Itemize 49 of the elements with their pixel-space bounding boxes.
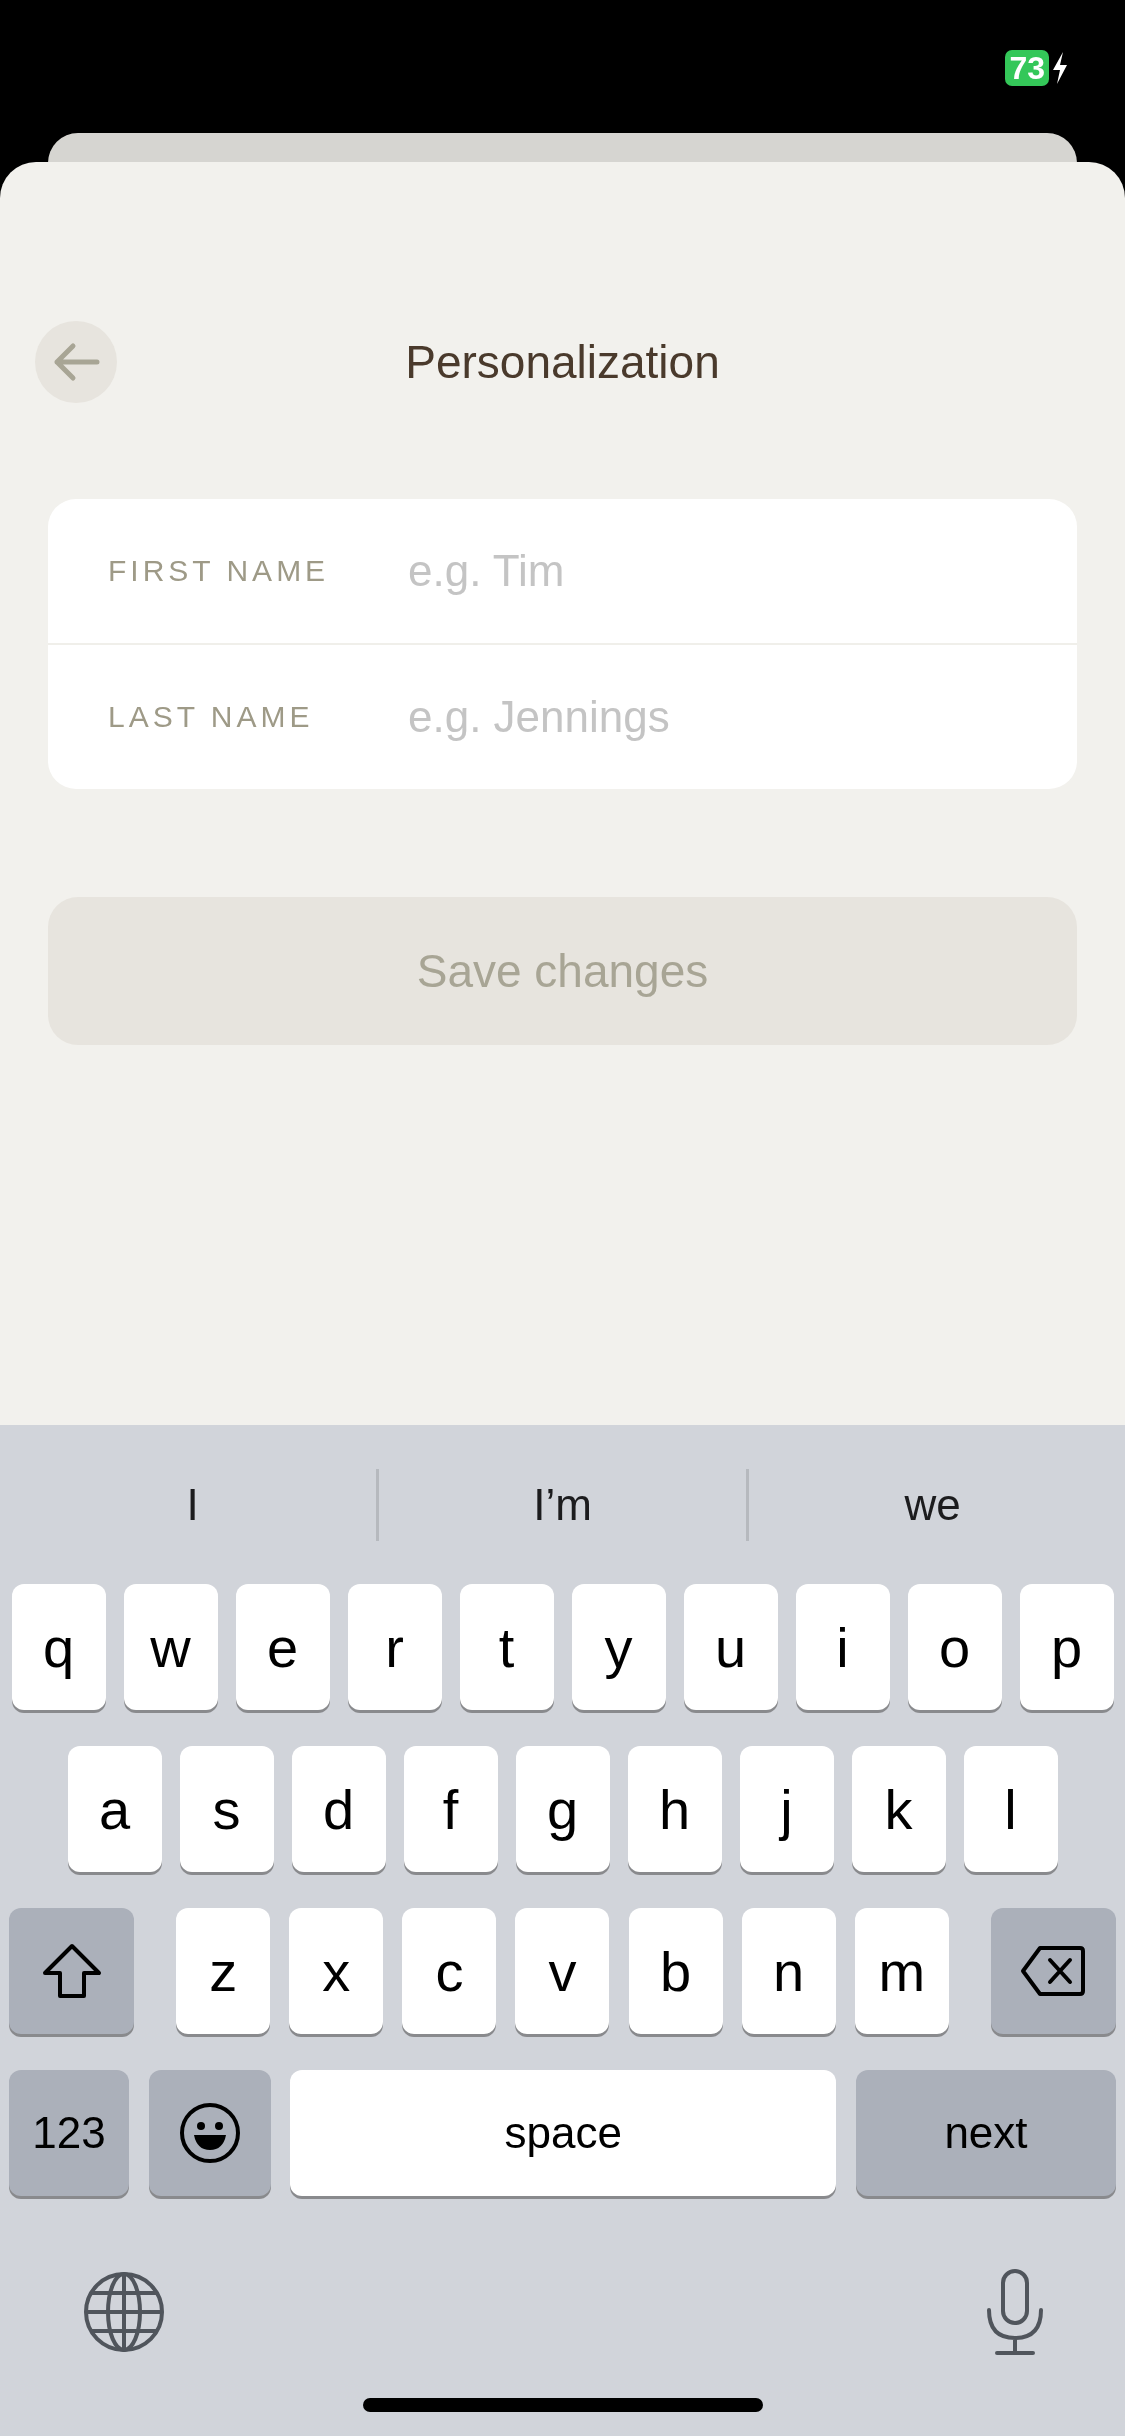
- backspace-icon: [1020, 1945, 1087, 1997]
- keyboard-key[interactable]: q: [11, 1584, 106, 1710]
- keyboard-key[interactable]: x: [289, 1908, 384, 2034]
- keyboard-key[interactable]: u: [683, 1584, 778, 1710]
- shift-key[interactable]: [9, 1908, 134, 2034]
- keyboard-key[interactable]: d: [291, 1746, 386, 1872]
- keyboard-key[interactable]: p: [1019, 1584, 1114, 1710]
- keyboard-key[interactable]: n: [741, 1908, 836, 2034]
- microphone-icon: [984, 2268, 1046, 2356]
- keyboard-key[interactable]: z: [176, 1908, 271, 2034]
- keyboard-key[interactable]: y: [571, 1584, 666, 1710]
- keyboard-key[interactable]: i: [795, 1584, 890, 1710]
- keyboard-key[interactable]: a: [67, 1746, 162, 1872]
- word-suggestion[interactable]: I’m: [376, 1468, 746, 1541]
- keyboard-key[interactable]: s: [179, 1746, 274, 1872]
- word-suggestion[interactable]: we: [746, 1468, 1116, 1541]
- numbers-key[interactable]: 123: [9, 2070, 129, 2196]
- keyboard-key[interactable]: v: [515, 1908, 610, 2034]
- shift-icon: [40, 1943, 103, 1999]
- word-suggestion[interactable]: I: [9, 1468, 376, 1541]
- screen-title: Personalization: [405, 335, 720, 389]
- keyboard-key[interactable]: j: [739, 1746, 834, 1872]
- field-label: FIRST NAME: [108, 554, 331, 588]
- input-field[interactable]: e.g. Tim: [408, 541, 1037, 601]
- emoji-key[interactable]: [148, 2070, 271, 2196]
- globe-icon: [83, 2271, 165, 2353]
- keyboard-key[interactable]: c: [402, 1908, 497, 2034]
- next-key[interactable]: next: [855, 2070, 1116, 2196]
- keyboard-key[interactable]: f: [403, 1746, 498, 1872]
- space-key[interactable]: space: [290, 2070, 837, 2196]
- keyboard-key[interactable]: h: [627, 1746, 722, 1872]
- battery-level: 73: [1005, 50, 1049, 86]
- smiley-icon: [178, 2102, 241, 2164]
- keyboard-key[interactable]: t: [459, 1584, 554, 1710]
- delete-key[interactable]: [990, 1908, 1116, 2034]
- keyboard-key[interactable]: e: [235, 1584, 330, 1710]
- back-arrow-icon: [52, 342, 100, 382]
- keyboard-key[interactable]: k: [851, 1746, 946, 1872]
- input-field[interactable]: e.g. Jennings: [408, 687, 1037, 747]
- keyboard-key[interactable]: g: [515, 1746, 610, 1872]
- keyboard-key[interactable]: l: [963, 1746, 1058, 1872]
- keyboard-key[interactable]: r: [347, 1584, 442, 1710]
- field-label: LAST NAME: [108, 700, 315, 734]
- globe-button[interactable]: [83, 2271, 165, 2353]
- keyboard-key[interactable]: w: [123, 1584, 218, 1710]
- microphone-button[interactable]: [984, 2268, 1046, 2356]
- keyboard-key[interactable]: m: [854, 1908, 949, 2034]
- keyboard-key[interactable]: b: [628, 1908, 723, 2034]
- keyboard-key[interactable]: o: [907, 1584, 1002, 1710]
